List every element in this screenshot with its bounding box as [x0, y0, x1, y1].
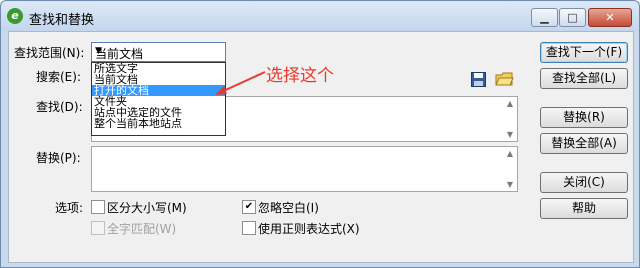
case-sensitive-label: 区分大小写(M) — [107, 201, 187, 215]
app-icon: e — [7, 8, 23, 24]
scope-dropdown-list: 所选文字 当前文档 打开的文档 文件夹 站点中选定的文件 整个当前本地站点 — [91, 62, 226, 136]
close-button[interactable]: 关闭(C) — [540, 172, 628, 193]
find-all-button[interactable]: 查找全部(L) — [540, 68, 628, 89]
case-sensitive-checkbox[interactable] — [91, 200, 105, 214]
ignore-whitespace-checkbox[interactable]: ✔ — [242, 200, 256, 214]
scope-option[interactable]: 当前文档 — [92, 74, 225, 85]
replace-label: 替换(P): — [36, 151, 81, 165]
help-button[interactable]: 帮助 — [540, 198, 628, 219]
scope-option[interactable]: 整个当前本地站点 — [92, 118, 225, 129]
regex-checkbox[interactable] — [242, 221, 256, 235]
scope-label: 查找范围(N): — [14, 46, 85, 60]
whole-word-checkbox — [91, 221, 105, 235]
ignore-whitespace-label: 忽略空白(I) — [258, 201, 319, 215]
find-replace-window: e 查找和替换 ▁ □ ✕ 查找范围(N): 当前文档 ▼ 搜索(E): 查找(… — [0, 0, 640, 268]
whole-word-label: 全字匹配(W) — [107, 222, 177, 236]
replace-scrollbar[interactable]: ▲ ▼ — [503, 147, 517, 191]
minimize-button[interactable]: ▁ — [531, 8, 558, 27]
chevron-down-icon: ▼ — [95, 46, 102, 56]
save-icon[interactable] — [471, 72, 486, 87]
close-window-button[interactable]: ✕ — [588, 8, 632, 27]
options-label: 选项: — [55, 201, 84, 215]
scope-option-selected[interactable]: 打开的文档 — [92, 85, 225, 96]
scope-option[interactable]: 站点中选定的文件 — [92, 107, 225, 118]
scope-select[interactable]: 当前文档 ▼ — [91, 42, 226, 62]
scroll-up-icon[interactable]: ▲ — [503, 149, 517, 158]
scroll-down-icon[interactable]: ▼ — [503, 130, 517, 139]
search-label: 搜索(E): — [36, 70, 81, 84]
title-bar: e 查找和替换 ▁ □ ✕ — [1, 1, 639, 31]
open-folder-icon[interactable] — [495, 71, 514, 87]
annotation-arrow — [215, 71, 266, 95]
regex-label: 使用正则表达式(X) — [258, 222, 360, 236]
find-label: 查找(D): — [36, 100, 83, 114]
maximize-button[interactable]: □ — [559, 8, 586, 27]
scroll-up-icon[interactable]: ▲ — [503, 99, 517, 108]
annotation-text: 选择这个 — [266, 66, 334, 86]
replace-button[interactable]: 替换(R) — [540, 107, 628, 128]
scope-option[interactable]: 所选文字 — [92, 63, 225, 74]
find-next-button[interactable]: 查找下一个(F) — [540, 42, 628, 63]
replace-all-button[interactable]: 替换全部(A) — [540, 133, 628, 154]
find-scrollbar[interactable]: ▲ ▼ — [503, 97, 517, 141]
window-title: 查找和替换 — [29, 13, 95, 28]
replace-textarea[interactable]: ▲ ▼ — [91, 146, 518, 192]
scope-option[interactable]: 文件夹 — [92, 96, 225, 107]
scroll-down-icon[interactable]: ▼ — [503, 180, 517, 189]
